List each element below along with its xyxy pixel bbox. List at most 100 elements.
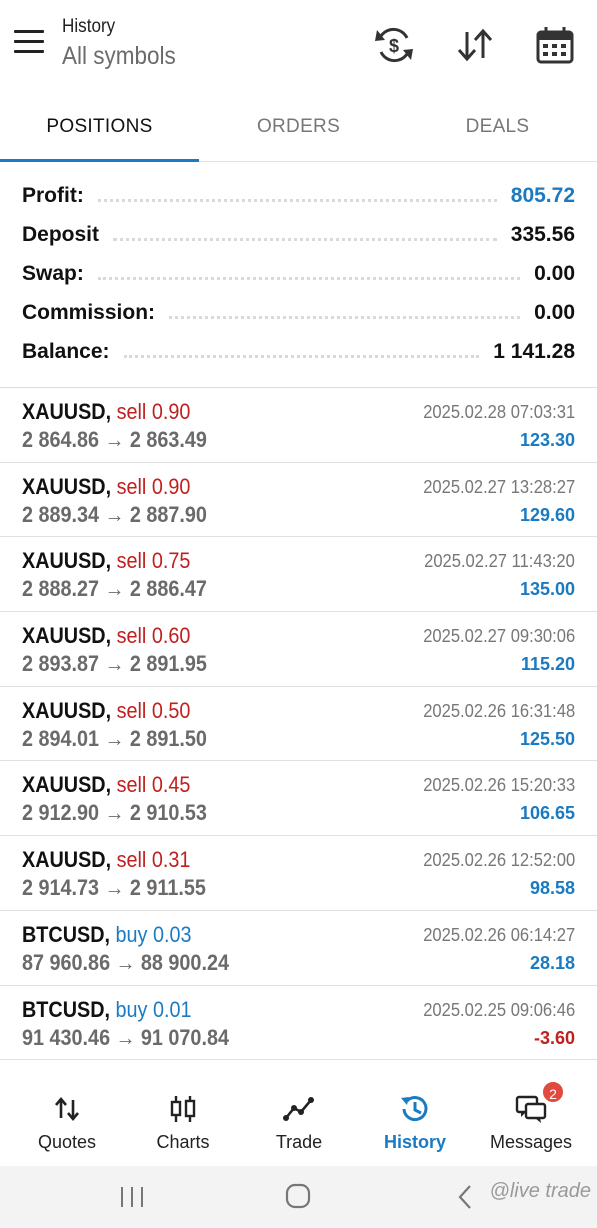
sort-icon[interactable] (454, 24, 496, 66)
deal-profit: 125.50 (519, 728, 575, 749)
deal-volume: sell 0.75 (116, 548, 191, 574)
list-item[interactable]: BTCUSD, buy 0.03 87 960.86 → 88 900.24 2… (0, 911, 597, 986)
bottom-navigation: Quotes Charts Trade History 2 Messages (0, 1076, 597, 1166)
deal-profit: 28.18 (529, 952, 575, 973)
tab-deals[interactable]: DEALS (398, 96, 597, 162)
deal-time: 2025.02.27 09:30:06 (423, 626, 575, 647)
deal-prices: 2 864.86 → 2 863.49 (22, 427, 207, 452)
history-list: XAUUSD, sell 0.90 2 864.86 → 2 863.49 20… (0, 388, 597, 1061)
nav-messages[interactable]: 2 Messages (473, 1076, 589, 1166)
deal-time: 2025.02.27 13:28:27 (423, 476, 575, 497)
deal-volume: sell 0.50 (116, 697, 191, 723)
svg-text:$: $ (389, 36, 399, 56)
recent-apps-icon[interactable] (112, 1180, 152, 1214)
deal-profit: 129.60 (519, 504, 575, 525)
deal-time: 2025.02.26 15:20:33 (423, 775, 575, 796)
deal-prices: 2 894.01 → 2 891.50 (22, 725, 207, 751)
deal-symbol: XAUUSD, sell 0.45 (22, 772, 190, 798)
watermark: @live trade (489, 1180, 591, 1202)
deal-prices: 91 430.46 → 91 070.84 (22, 1024, 229, 1050)
menu-icon[interactable] (14, 30, 48, 60)
deal-symbol: XAUUSD, sell 0.90 (22, 474, 190, 500)
list-item[interactable]: XAUUSD, sell 0.60 2 893.87 → 2 891.95 20… (0, 612, 597, 687)
deal-time: 2025.02.26 12:52:00 (423, 850, 575, 871)
deal-prices: 87 960.86 → 88 900.24 (22, 949, 229, 975)
summary-label: Deposit (22, 222, 100, 246)
list-item[interactable]: XAUUSD, sell 0.45 2 912.90 → 2 910.53 20… (0, 761, 597, 837)
tab-orders[interactable]: ORDERS (199, 96, 398, 162)
title-block[interactable]: History All symbols (62, 16, 188, 71)
commission-value: 0.00 (534, 300, 575, 324)
history-icon (398, 1092, 432, 1126)
summary-panel: Profit: 805.72 Deposit 335.56 Swap: 0.00… (0, 176, 597, 371)
deal-profit: 106.65 (519, 803, 575, 824)
page-title: History (62, 16, 116, 37)
deal-time: 2025.02.27 11:43:20 (424, 551, 575, 572)
deposit-value: 335.56 (510, 222, 575, 246)
symbol-filter: All symbols (62, 42, 176, 70)
deal-symbol: XAUUSD, sell 0.90 (22, 399, 190, 425)
candlestick-icon (166, 1092, 200, 1126)
deal-time: 2025.02.28 07:03:31 (423, 402, 575, 422)
list-item[interactable]: XAUUSD, sell 0.75 2 888.27 → 2 886.47 20… (0, 537, 597, 613)
symbol-name: XAUUSD, (22, 847, 112, 873)
nav-label: Charts (156, 1132, 210, 1152)
summary-label: Swap: (22, 261, 84, 285)
deal-time: 2025.02.26 06:14:27 (423, 924, 575, 945)
symbol-name: XAUUSD, (22, 697, 112, 723)
summary-row-commission: Commission: 0.00 (0, 293, 597, 332)
list-item[interactable]: XAUUSD, sell 0.90 2 889.34 → 2 887.90 20… (0, 463, 597, 538)
nav-label: Quotes (37, 1132, 97, 1152)
dotted-leader (123, 355, 480, 358)
summary-label: Commission: (22, 300, 156, 324)
system-navigation-bar: @live trade (0, 1166, 597, 1228)
list-item[interactable]: XAUUSD, sell 0.90 2 864.86 → 2 863.49 20… (0, 388, 597, 463)
currency-exchange-icon[interactable]: $ (373, 24, 415, 66)
deal-volume: buy 0.01 (115, 996, 192, 1022)
swap-value: 0.00 (534, 261, 575, 285)
summary-row-balance: Balance: 1 141.28 (0, 332, 597, 371)
deal-symbol: BTCUSD, buy 0.01 (22, 997, 191, 1023)
nav-quotes[interactable]: Quotes (9, 1076, 125, 1166)
deal-profit: 98.58 (529, 878, 575, 899)
deal-prices: 2 888.27 → 2 886.47 (22, 576, 207, 602)
back-icon[interactable] (446, 1180, 486, 1214)
summary-row-profit: Profit: 805.72 (0, 176, 597, 215)
dotted-leader (97, 199, 497, 202)
nav-trade[interactable]: Trade (241, 1076, 357, 1166)
list-item[interactable]: XAUUSD, sell 0.50 2 894.01 → 2 891.50 20… (0, 687, 597, 762)
deal-time: 2025.02.26 16:31:48 (423, 700, 575, 721)
deal-prices: 2 912.90 → 2 910.53 (22, 800, 207, 826)
deal-prices: 2 893.87 → 2 891.95 (22, 651, 207, 677)
symbol-name: BTCUSD, (22, 996, 111, 1022)
deal-symbol: BTCUSD, buy 0.03 (22, 922, 191, 948)
summary-row-swap: Swap: 0.00 (0, 254, 597, 293)
tab-positions[interactable]: POSITIONS (0, 96, 199, 162)
balance-value: 1 141.28 (493, 339, 575, 363)
deal-profit: 115.20 (520, 654, 575, 675)
active-tab-indicator (0, 159, 199, 162)
nav-history[interactable]: History (357, 1076, 473, 1166)
deal-volume: sell 0.60 (116, 623, 191, 649)
quotes-icon (50, 1092, 84, 1126)
profit-value: 805.72 (510, 183, 575, 207)
nav-label: Trade (275, 1132, 323, 1152)
symbol-name: XAUUSD, (22, 548, 112, 574)
deal-time: 2025.02.25 09:06:46 (423, 999, 575, 1020)
deal-volume: sell 0.45 (116, 772, 191, 798)
calendar-icon[interactable] (534, 24, 576, 66)
dotted-leader (113, 238, 497, 241)
symbol-name: XAUUSD, (22, 772, 112, 798)
list-item[interactable]: XAUUSD, sell 0.31 2 914.73 → 2 911.55 20… (0, 836, 597, 911)
app-header: History All symbols $ (0, 0, 597, 96)
home-icon[interactable] (278, 1180, 318, 1214)
deal-profit: 135.00 (519, 579, 575, 600)
summary-label: Balance: (22, 339, 110, 363)
summary-label: Profit: (22, 183, 84, 207)
dotted-leader (169, 316, 521, 319)
deal-volume: buy 0.03 (115, 921, 192, 947)
nav-charts[interactable]: Charts (125, 1076, 241, 1166)
deal-volume: sell 0.90 (116, 473, 191, 499)
list-item[interactable]: BTCUSD, buy 0.01 91 430.46 → 91 070.84 2… (0, 986, 597, 1061)
deal-symbol: XAUUSD, sell 0.50 (22, 698, 190, 724)
